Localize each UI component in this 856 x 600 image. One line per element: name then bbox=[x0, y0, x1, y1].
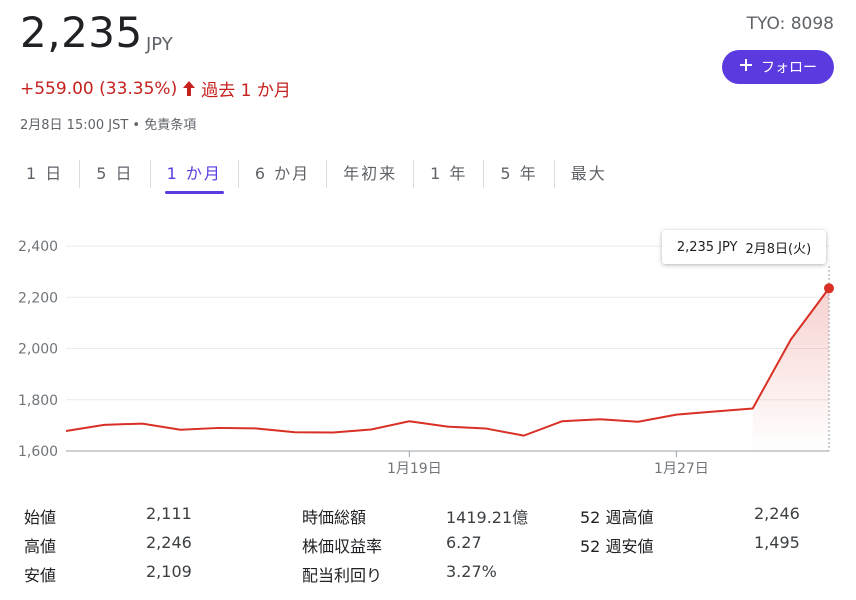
stat-value: 1419.21億 bbox=[446, 508, 529, 527]
stat-label: 高値 bbox=[24, 537, 57, 556]
change-value: +559.00 (33.35%) bbox=[20, 78, 178, 99]
y-tick-label: 2,200 bbox=[18, 290, 58, 306]
range-tabs: 1 日 5 日 1 か月 6 か月 年初来 1 年 5 年 最大 bbox=[10, 160, 623, 194]
currency-label: JPY bbox=[146, 34, 173, 55]
ticker-symbol: TYO: 8098 bbox=[746, 14, 834, 34]
stat-value: 2,246 bbox=[146, 533, 192, 552]
stat-value: 1,495 bbox=[754, 533, 800, 552]
tooltip-value: 2,235 JPY bbox=[676, 239, 738, 255]
timestamp-disclaimer[interactable]: 2月8日 15:00 JST • 免責条項 bbox=[20, 114, 196, 133]
tab-1-month[interactable]: 1 か月 bbox=[151, 160, 239, 194]
chart-tooltip: 2,235 JPY 2月8日(火) bbox=[662, 230, 826, 264]
stat-label: 時価総額 bbox=[302, 508, 367, 527]
plus-icon bbox=[739, 58, 753, 76]
y-tick-label: 2,000 bbox=[18, 342, 58, 358]
stat-label: 52 週安値 bbox=[580, 537, 654, 556]
stat-label: 配当利回り bbox=[302, 566, 383, 585]
follow-button[interactable]: フォロー bbox=[722, 50, 834, 84]
stat-label: 始値 bbox=[24, 508, 57, 527]
y-tick-label: 1,600 bbox=[18, 444, 58, 460]
stat-label: 52 週高値 bbox=[580, 508, 654, 527]
tab-1-year[interactable]: 1 年 bbox=[414, 160, 485, 188]
stat-value: 2,109 bbox=[146, 562, 192, 581]
stat-label: 株価収益率 bbox=[302, 537, 383, 556]
stock-price: 2,235 bbox=[20, 8, 143, 57]
stat-value: 3.27% bbox=[446, 562, 497, 581]
arrow-up-icon bbox=[183, 81, 196, 96]
stat-value: 2,246 bbox=[754, 504, 800, 523]
tab-6-month[interactable]: 6 か月 bbox=[239, 160, 328, 188]
last-point bbox=[824, 283, 834, 294]
tab-1-day[interactable]: 1 日 bbox=[10, 160, 81, 188]
y-tick-label: 1,800 bbox=[18, 393, 58, 409]
follow-label: フォロー bbox=[761, 60, 817, 76]
tab-ytd[interactable]: 年初来 bbox=[327, 160, 415, 188]
price-change: +559.00 (33.35%) 過去 1 か月 bbox=[20, 76, 291, 102]
area-fill bbox=[752, 288, 829, 451]
tab-5-year[interactable]: 5 年 bbox=[484, 160, 555, 188]
y-tick-label: 2,400 bbox=[18, 239, 58, 255]
tab-5-day[interactable]: 5 日 bbox=[80, 160, 151, 188]
period-label: 過去 1 か月 bbox=[201, 81, 291, 101]
tab-max[interactable]: 最大 bbox=[555, 160, 623, 188]
stat-value: 6.27 bbox=[446, 533, 482, 552]
tooltip-date: 2月8日(火) bbox=[745, 241, 812, 257]
stat-label: 安値 bbox=[24, 566, 57, 585]
price-line bbox=[65, 287, 830, 437]
x-tick-label: 1月19日 bbox=[387, 461, 442, 477]
x-tick-label: 1月27日 bbox=[654, 461, 709, 477]
stat-value: 2,111 bbox=[146, 504, 192, 523]
